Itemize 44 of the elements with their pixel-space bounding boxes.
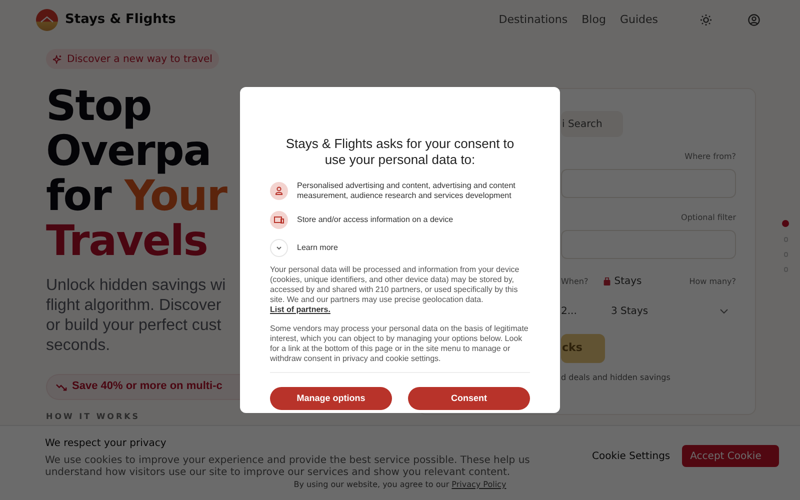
person-icon — [270, 182, 288, 200]
brand-name[interactable]: Stays & Flights — [65, 10, 176, 30]
field-label: Optional filter — [680, 212, 736, 224]
privacy-policy-link[interactable]: Privacy Policy — [452, 480, 506, 489]
sun-icon[interactable] — [700, 14, 712, 26]
nav-link[interactable]: Destinations — [498, 12, 568, 28]
date-field[interactable]: 2... — [561, 298, 597, 324]
field-label: Where from? — [684, 151, 736, 163]
savings-pill: Save 40% or more on multi-c — [46, 374, 240, 400]
trending-down-icon — [56, 382, 67, 390]
device-icon — [270, 211, 288, 229]
discover-badge: Discover a new way to travel — [46, 49, 220, 69]
luggage-icon — [603, 277, 612, 286]
dialog-title: Stays & Flights asks for your consent to use your personal data to: — [284, 136, 516, 168]
cookie-text: We use cookies to improve your experience and provide the best service possible. These help us understand how visitors use our site to improve our services and show you relevant content. — [45, 455, 531, 479]
field-label: How many? — [689, 276, 736, 288]
dialog-paragraph: Your personal data will be processed and information from your device (cookies, unique identifiers, and other device data) may be stored by, accessed by and shared with 210 partners, or used specifically by this site. We and our partners may use precise geolocation data. List of partners. — [270, 265, 520, 315]
partners-link[interactable]: List of partners. — [270, 305, 330, 314]
filter-field[interactable] — [561, 230, 736, 259]
section-label: HOW IT WORKS — [46, 410, 142, 422]
cookie-title: We respect your privacy — [45, 437, 168, 451]
purpose-text: Store and/or access information on a device — [297, 215, 454, 225]
chevron-down-icon[interactable] — [270, 239, 288, 257]
search-tab[interactable]: i Search — [561, 111, 623, 137]
search-note: d deals and hidden savings — [561, 372, 672, 384]
field-label: When? — [561, 276, 588, 288]
sparkle-icon — [53, 54, 62, 64]
hero-headline: Stop Overpa for Your Travels — [46, 82, 228, 262]
manage-options-button[interactable]: Manage options — [270, 387, 392, 410]
cookie-footer-text: By using our website, you agree to our Privacy Policy — [292, 479, 508, 491]
hero-subtitle: Unlock hidden savings wi flight algorithm. Discover or build your perfect cust seconds. — [46, 276, 227, 356]
nav-link[interactable]: Guides — [620, 12, 658, 28]
user-icon[interactable] — [748, 14, 760, 26]
accept-cookies-button[interactable]: Accept Cookie — [682, 445, 780, 467]
stays-select[interactable]: 3 Stays — [603, 298, 736, 324]
logo-icon[interactable] — [36, 9, 58, 31]
nav-link[interactable]: Blog — [582, 12, 606, 28]
learn-more-link[interactable]: Learn more — [297, 242, 338, 254]
dialog-paragraph: Some vendors may process your personal data on the basis of legitimate interest, which you can object to by managing your options below. Look for a link at the bottom of this page or in the site menu to manage or withdraw consent in privacy and cookie settings. — [270, 324, 530, 364]
consent-button[interactable]: Consent — [408, 387, 530, 410]
purpose-text: Personalised advertising and content, advertising and content measurement, audience research and services development — [297, 181, 516, 201]
field-label: Stays — [614, 275, 642, 289]
chevron-down-icon — [720, 308, 728, 314]
from-field[interactable] — [561, 169, 736, 198]
